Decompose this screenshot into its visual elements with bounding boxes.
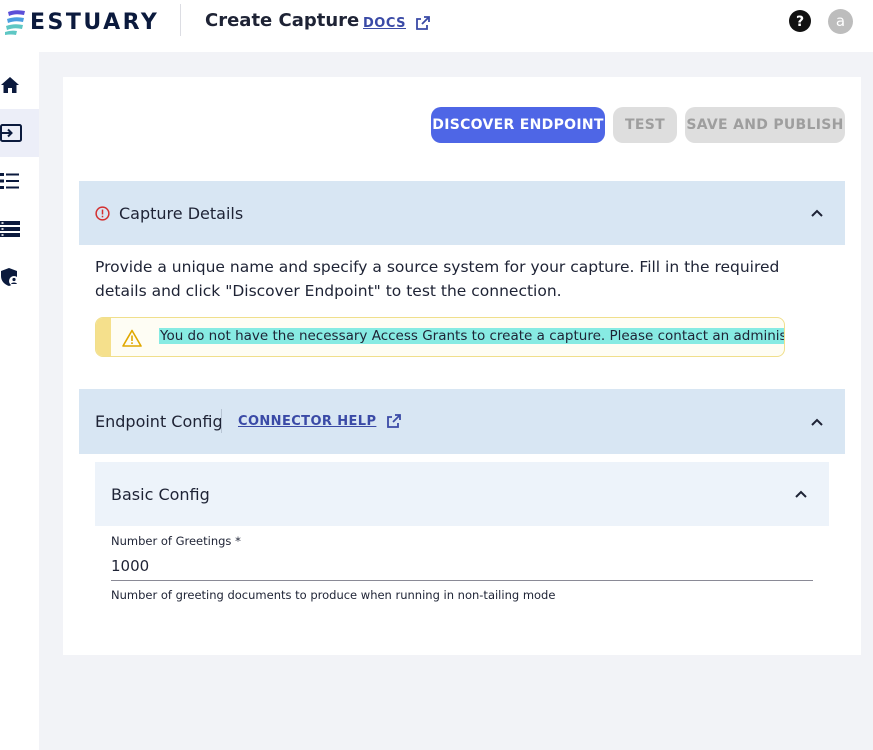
endpoint-config-header[interactable]: Endpoint Config CONNECTOR HELP: [79, 389, 845, 454]
access-warning-alert: You do not have the necessary Access Gra…: [95, 317, 785, 357]
estuary-logo-mark-icon: [5, 10, 25, 35]
sidebar-item-collections[interactable]: [0, 157, 39, 205]
connector-help-link[interactable]: CONNECTOR HELP: [238, 413, 402, 429]
endpoint-config-divider: [221, 409, 222, 433]
connector-help-label: CONNECTOR HELP: [238, 413, 377, 429]
test-button[interactable]: TEST: [613, 107, 677, 143]
discover-endpoint-button[interactable]: DISCOVER ENDPOINT: [431, 107, 605, 143]
save-and-publish-button[interactable]: SAVE AND PUBLISH: [685, 107, 845, 143]
external-link-icon: [387, 414, 402, 428]
docs-link[interactable]: DOCS: [363, 15, 431, 31]
capture-details-title: Capture Details: [119, 204, 244, 223]
capture-details-header[interactable]: Capture Details: [79, 181, 845, 245]
page-title: Create Capture: [205, 10, 360, 31]
sidebar-nav: [0, 52, 39, 750]
external-link-icon: [416, 16, 430, 30]
basic-config-title: Basic Config: [111, 485, 210, 504]
create-capture-card: DISCOVER ENDPOINT TEST SAVE AND PUBLISH …: [63, 77, 861, 655]
logo-wordmark: ESTUARY: [30, 9, 160, 35]
greetings-field-label: Number of Greetings *: [111, 534, 241, 548]
collections-icon: [0, 173, 19, 189]
help-icon[interactable]: ?: [789, 10, 811, 32]
alert-message: You do not have the necessary Access Gra…: [159, 328, 784, 344]
warning-icon: [122, 329, 142, 347]
greetings-field-helper-text: Number of greeting documents to produce …: [111, 588, 556, 602]
endpoint-config-title: Endpoint Config: [95, 412, 223, 431]
home-icon: [1, 77, 19, 93]
docs-link-label: DOCS: [363, 15, 406, 31]
chevron-up-icon[interactable]: [810, 206, 824, 220]
materializations-icon: [0, 221, 20, 237]
capture-icon: [0, 124, 22, 142]
chevron-up-icon[interactable]: [810, 415, 824, 429]
alert-accent-bar: [96, 318, 111, 356]
capture-details-description: Provide a unique name and specify a sour…: [95, 258, 780, 300]
greetings-input[interactable]: [111, 552, 813, 581]
chevron-up-icon[interactable]: [794, 487, 808, 501]
sidebar-item-admin[interactable]: [0, 253, 39, 301]
main-content: DISCOVER ENDPOINT TEST SAVE AND PUBLISH …: [39, 52, 873, 750]
sidebar-item-captures[interactable]: [0, 109, 39, 157]
user-avatar[interactable]: a: [828, 9, 853, 34]
basic-config-header[interactable]: Basic Config: [95, 462, 829, 526]
error-icon: [95, 206, 110, 221]
admin-icon: [1, 268, 19, 286]
estuary-logo[interactable]: ESTUARY: [5, 9, 159, 35]
svg-text:?: ?: [796, 14, 804, 30]
header-divider: [180, 4, 181, 36]
app-header: ESTUARY Create Capture DOCS ? a: [0, 0, 873, 52]
sidebar-item-home[interactable]: [0, 61, 39, 109]
sidebar-item-materializations[interactable]: [0, 205, 39, 253]
